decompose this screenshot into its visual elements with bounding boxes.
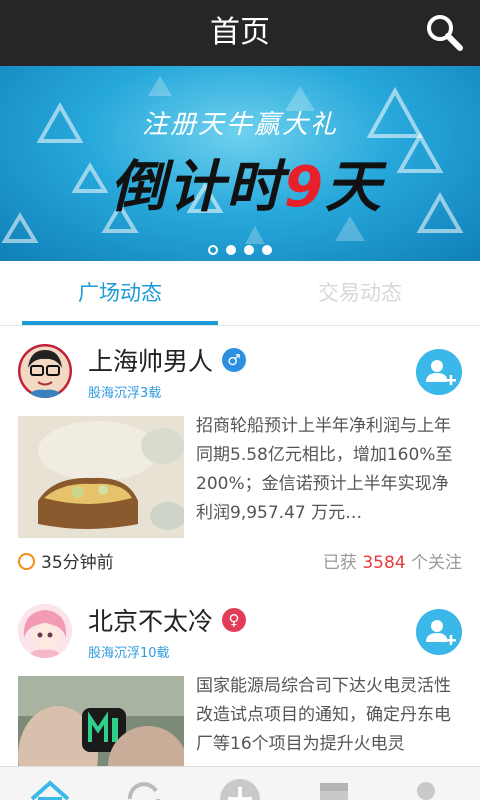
avatar[interactable] bbox=[18, 604, 72, 658]
banner-dot[interactable] bbox=[262, 245, 272, 255]
user-icon[interactable] bbox=[404, 777, 448, 800]
banner-subtitle: 注册天牛赢大礼 bbox=[141, 110, 338, 140]
feed-post[interactable]: 上海帅男人 ♂ 股海沉浮3载 招商轮船预计上半年净利润与上年同期5.58亿元相比… bbox=[0, 326, 480, 588]
banner-dot[interactable] bbox=[244, 245, 254, 255]
banner-pagination bbox=[0, 240, 480, 259]
post-text: 国家能源局综合司下达火电灵活性改造试点项目的通知，确定丹东电厂等16个项目为提升… bbox=[196, 676, 451, 754]
page-title: 首页 bbox=[210, 15, 270, 50]
refresh-icon[interactable] bbox=[122, 777, 166, 800]
feed-tabs: 广场动态 交易动态 bbox=[0, 261, 480, 325]
avatar[interactable] bbox=[18, 344, 72, 398]
add-icon[interactable] bbox=[218, 777, 262, 800]
clock-icon bbox=[18, 553, 35, 570]
home-icon[interactable] bbox=[28, 777, 72, 800]
user-name[interactable]: 上海帅男人 bbox=[88, 342, 213, 378]
tab-square-feed[interactable]: 广场动态 bbox=[0, 261, 240, 325]
post-image[interactable] bbox=[18, 416, 184, 538]
promo-banner[interactable]: 注册天牛赢大礼 倒计时9天 bbox=[0, 66, 480, 261]
banner-headline-suffix: 天 bbox=[324, 155, 383, 220]
follow-number: 3584 bbox=[362, 553, 406, 573]
user-rank: 股海沉浮3载 bbox=[88, 386, 162, 401]
follow-user-button[interactable] bbox=[416, 609, 462, 655]
post-time-text: 35分钟前 bbox=[41, 553, 114, 573]
banner-headline-prefix: 倒计时 bbox=[110, 155, 284, 220]
follow-prefix: 已获 bbox=[322, 553, 357, 573]
box-icon[interactable] bbox=[312, 777, 356, 800]
banner-dot[interactable] bbox=[226, 245, 236, 255]
top-bar: 首页 bbox=[0, 0, 480, 66]
search-icon[interactable] bbox=[424, 12, 464, 52]
post-time: 35分钟前 bbox=[18, 548, 114, 573]
user-rank: 股海沉浮10载 bbox=[88, 646, 170, 661]
tab-trade-feed[interactable]: 交易动态 bbox=[240, 261, 480, 325]
post-text: 招商轮船预计上半年净利润与上年同期5.58亿元相比，增加160%至200%；金信… bbox=[196, 416, 453, 523]
follow-user-button[interactable] bbox=[416, 349, 462, 395]
bottom-navigation bbox=[0, 766, 480, 800]
male-icon: ♂ bbox=[222, 348, 246, 372]
follow-suffix: 个关注 bbox=[411, 553, 462, 573]
user-name[interactable]: 北京不太冷 bbox=[88, 602, 213, 638]
feed-post[interactable]: 北京不太冷 ♀ 股海沉浮10载 国家能源局综合司下达火电灵活性改造试点项目的通知… bbox=[0, 586, 480, 798]
banner-dot[interactable] bbox=[208, 245, 218, 255]
banner-headline: 倒计时9天 bbox=[110, 142, 383, 223]
banner-headline-number: 9 bbox=[284, 155, 325, 220]
follow-count: 已获 3584 个关注 bbox=[323, 548, 462, 573]
female-icon: ♀ bbox=[222, 608, 246, 632]
